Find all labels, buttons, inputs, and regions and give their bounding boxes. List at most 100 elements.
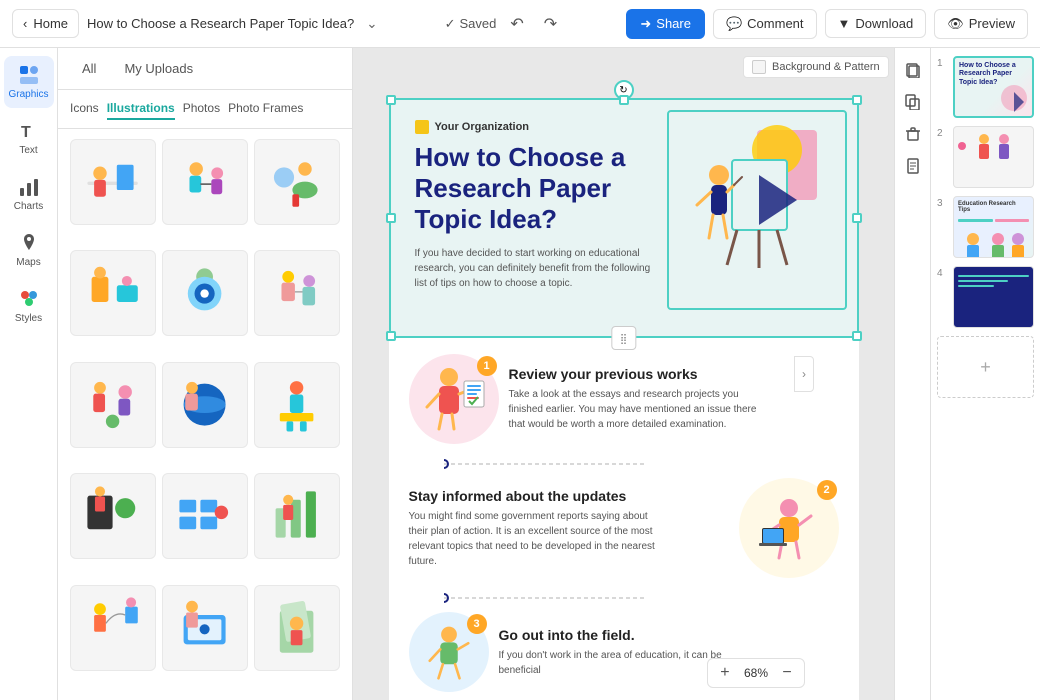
step1-content: 1 Review your previous works Take a look… — [409, 354, 839, 450]
slide-thumb-img-3[interactable]: Education Research Tips — [953, 196, 1034, 258]
thumb4-line3 — [958, 285, 994, 287]
all-tab[interactable]: All — [70, 56, 108, 81]
step2-circle: 2 — [739, 478, 839, 578]
handle-mr[interactable] — [852, 213, 862, 223]
illustrations-grid — [58, 129, 352, 700]
illustration-item[interactable] — [70, 473, 156, 559]
illustration-item[interactable] — [70, 362, 156, 448]
illustration-item[interactable] — [162, 473, 248, 559]
category-tabs: Icons Illustrations Photos Photo Frames — [58, 90, 352, 129]
more-options-button[interactable] — [899, 152, 927, 180]
illustration-item[interactable] — [70, 250, 156, 336]
sidebar-item-styles[interactable]: Styles — [4, 280, 54, 332]
illustration-item[interactable] — [254, 139, 340, 225]
illustration-item[interactable] — [70, 139, 156, 225]
share-button[interactable]: ➜ Share — [626, 9, 705, 39]
saved-label: Saved — [459, 16, 496, 31]
hero-content: Your Organization How to Choose a Resear… — [415, 120, 833, 291]
add-slide-button[interactable]: + — [937, 336, 1034, 398]
slide-thumb-img-4[interactable] — [953, 266, 1034, 328]
home-label: Home — [33, 16, 68, 31]
slide-hero[interactable]: ↻ Your Organization — [389, 98, 859, 338]
icons-category-tab[interactable]: Icons — [70, 98, 99, 120]
org-icon — [415, 120, 429, 134]
illustration-item[interactable] — [254, 250, 340, 336]
step3-circle: 3 — [409, 612, 489, 692]
sidebar-item-maps[interactable]: Maps — [4, 224, 54, 276]
share-icon: ➜ — [640, 16, 651, 32]
background-pattern-label[interactable]: Background & Pattern — [743, 56, 889, 78]
sidebar-item-graphics[interactable]: Graphics — [4, 56, 54, 108]
zoom-out-button[interactable]: − — [776, 662, 798, 684]
illustration-item[interactable] — [162, 250, 248, 336]
drag-handle[interactable]: ⣿ — [611, 326, 636, 350]
download-button[interactable]: ▼ Download — [825, 9, 927, 38]
duplicate-button[interactable] — [899, 88, 927, 116]
slide-thumb-img-2[interactable] — [953, 126, 1034, 188]
handle-tl[interactable] — [386, 95, 396, 105]
illustration-item[interactable] — [254, 473, 340, 559]
illustrations-category-tab[interactable]: Illustrations — [107, 98, 175, 120]
saved-indicator: ✓ Saved — [445, 16, 497, 32]
illustration-item[interactable] — [162, 139, 248, 225]
plus-icon: + — [980, 357, 991, 378]
illustration-item[interactable] — [70, 585, 156, 671]
thumb3-content — [954, 219, 1033, 258]
slide-thumb-img-1[interactable]: How to Choose a Research Paper Topic Ide… — [953, 56, 1034, 118]
slide-thumb-3[interactable]: 3 Education Research Tips — [937, 196, 1034, 258]
graphics-icon — [18, 64, 40, 86]
sidebar-item-charts[interactable]: Charts — [4, 168, 54, 220]
connector1 — [409, 450, 839, 478]
thumb2-figure — [969, 131, 1029, 161]
styles-icon — [18, 288, 40, 310]
zoom-in-button[interactable]: + — [714, 662, 736, 684]
comment-icon: 💬 — [726, 16, 742, 32]
svg-text:T: T — [21, 124, 31, 141]
undo-button[interactable]: ↶ — [504, 10, 529, 38]
illustration-item[interactable] — [254, 362, 340, 448]
topbar-right: ➜ Share 💬 Comment ▼ Download 👁 Preview — [626, 9, 1028, 39]
slide-thumb-2[interactable]: 2 — [937, 126, 1034, 188]
arrow-right-icon: › — [802, 367, 806, 381]
preview-button[interactable]: 👁 Preview — [934, 9, 1028, 39]
thumb4-content — [954, 267, 1033, 291]
document-title[interactable]: How to Choose a Research Paper Topic Ide… — [87, 16, 354, 31]
illustration-item[interactable] — [162, 585, 248, 671]
step2-title: Stay informed about the updates — [409, 488, 729, 504]
handle-ml[interactable] — [386, 213, 396, 223]
photos-category-tab[interactable]: Photos — [183, 98, 220, 120]
check-icon: ✓ — [445, 16, 456, 32]
hero-desc: If you have decided to start working on … — [415, 246, 655, 291]
redo-button[interactable]: ↷ — [538, 10, 563, 38]
right-toolbar — [894, 48, 930, 700]
bg-pattern-text: Background & Pattern — [772, 61, 880, 73]
illustration-item[interactable] — [254, 585, 340, 671]
title-dropdown-button[interactable]: ⌄ — [362, 14, 381, 34]
canvas-area: Background & Pattern ↻ — [353, 48, 930, 700]
comment-button[interactable]: 💬 Comment — [713, 9, 817, 39]
sidebar-item-text[interactable]: T Text — [4, 112, 54, 164]
hero-illustration[interactable] — [667, 110, 847, 310]
right-scroll-arrow[interactable]: › — [794, 356, 814, 392]
illustration-item[interactable] — [162, 362, 248, 448]
delete-button[interactable] — [899, 120, 927, 148]
handle-tr[interactable] — [852, 95, 862, 105]
thumb3-bar1 — [958, 219, 993, 222]
handle-bl[interactable] — [386, 331, 396, 341]
download-label: Download — [855, 16, 913, 31]
thumb2-dot — [958, 142, 966, 150]
handle-tc[interactable] — [619, 95, 629, 105]
slide-thumb-4[interactable]: 4 — [937, 266, 1034, 328]
zoom-level: 68% — [740, 666, 772, 680]
slides-panel: 1 How to Choose a Research Paper Topic I… — [930, 48, 1040, 700]
text-label: Text — [19, 145, 37, 156]
my-uploads-tab[interactable]: My Uploads — [112, 56, 205, 81]
bg-icon — [752, 60, 766, 74]
photo-frames-category-tab[interactable]: Photo Frames — [228, 98, 303, 120]
handle-br[interactable] — [852, 331, 862, 341]
home-button[interactable]: ‹ Home — [12, 9, 79, 38]
thumb4-line2 — [958, 280, 1008, 282]
step1-desc: Take a look at the essays and research p… — [509, 387, 769, 432]
copy-style-button[interactable] — [899, 56, 927, 84]
slide-thumb-1[interactable]: 1 How to Choose a Research Paper Topic I… — [937, 56, 1034, 118]
